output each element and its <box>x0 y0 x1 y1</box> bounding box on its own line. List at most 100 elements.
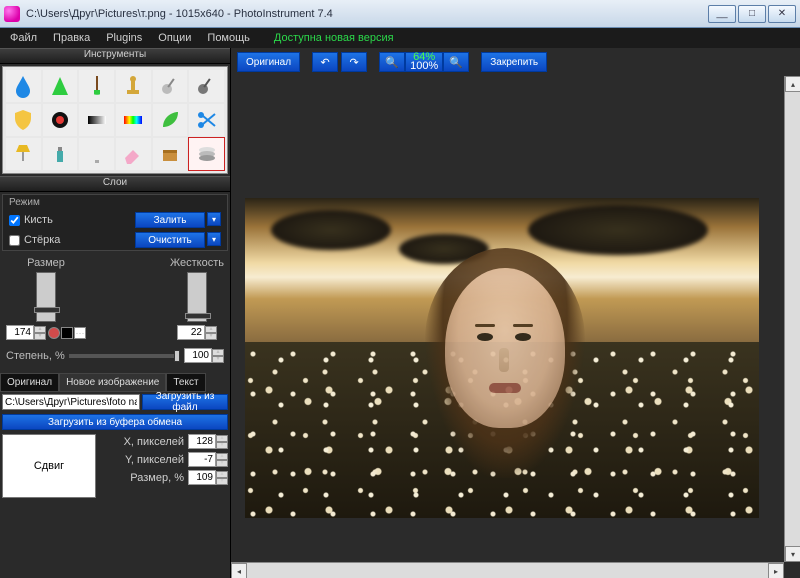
swatch-1[interactable] <box>48 327 60 339</box>
hardness-label: Жесткость <box>170 257 224 269</box>
zoom-reset: 100% <box>410 62 438 71</box>
shift-size-up[interactable]: ▴ <box>216 471 228 478</box>
clear-dropdown-icon[interactable]: ▾ <box>207 232 221 246</box>
mode-erase-checkbox[interactable]: Стёрка <box>9 234 60 246</box>
tools-grid <box>2 66 228 174</box>
tool-brush[interactable] <box>79 70 114 102</box>
load-from-file-button[interactable]: Загрузить из файл <box>142 394 228 410</box>
mode-erase-label: Стёрка <box>24 234 60 246</box>
update-available-link[interactable]: Доступна новая версия <box>266 30 402 46</box>
scroll-right-button[interactable]: ▸ <box>768 563 784 578</box>
canvas-toolbar: Оригинал ↶ ↷ 🔍 64% 100% 🔍 Закрепить <box>231 48 800 76</box>
fill-button[interactable]: Залить <box>135 212 205 228</box>
app-icon <box>4 6 20 22</box>
zoom-in-button[interactable]: 🔍 <box>443 52 469 72</box>
shift-x-input[interactable] <box>188 434 216 449</box>
opacity-slider[interactable] <box>69 354 180 358</box>
tool-bulb[interactable] <box>79 138 114 170</box>
shift-y-input[interactable] <box>188 452 216 467</box>
window-minimize-button[interactable]: __ <box>708 5 736 23</box>
mode-panel: Режим Кисть Залить ▾ Стёрка Очистить <box>2 194 228 251</box>
tool-leaf[interactable] <box>153 104 188 136</box>
tool-dodge[interactable] <box>153 70 188 102</box>
size-spin-up[interactable]: ▴ <box>34 326 46 333</box>
clear-button[interactable]: Очистить <box>135 232 205 248</box>
mode-erase-input[interactable] <box>9 235 20 246</box>
scroll-up-button[interactable]: ▴ <box>785 76 800 92</box>
swatch-2[interactable] <box>61 327 73 339</box>
canvas-image <box>245 198 759 518</box>
tool-gradient-bw[interactable] <box>79 104 114 136</box>
size-label: Размер <box>27 257 65 269</box>
fix-button[interactable]: Закрепить <box>481 52 547 72</box>
tool-lamp[interactable] <box>6 138 41 170</box>
window-titlebar: C:\Users\Друг\Pictures\т.png - 1015x640 … <box>0 0 800 28</box>
tool-layers[interactable] <box>189 138 224 170</box>
size-slider[interactable] <box>36 272 56 322</box>
tools-panel-title: Инструменты <box>0 48 230 64</box>
hardness-slider[interactable] <box>187 272 207 322</box>
menu-help[interactable]: Помощь <box>199 30 258 46</box>
hardness-spin-down[interactable]: ▾ <box>205 333 217 340</box>
mode-brush-input[interactable] <box>9 215 20 226</box>
tool-package[interactable] <box>153 138 188 170</box>
shift-y-up[interactable]: ▴ <box>216 453 228 460</box>
size-spin-down[interactable]: ▾ <box>34 333 46 340</box>
tool-stamp[interactable] <box>116 70 151 102</box>
tool-redeye[interactable] <box>43 104 78 136</box>
window-maximize-button[interactable]: □ <box>738 5 766 23</box>
zoom-out-icon: 🔍 <box>385 56 399 69</box>
menu-options[interactable]: Опции <box>150 30 199 46</box>
shift-size-input[interactable] <box>188 470 216 485</box>
shift-button[interactable]: Сдвиг <box>2 434 96 498</box>
zoom-out-button[interactable]: 🔍 <box>379 52 405 72</box>
tab-text[interactable]: Текст <box>166 373 205 392</box>
hardness-input[interactable] <box>177 325 205 340</box>
shift-x-label: X, пикселей <box>124 436 184 448</box>
image-face <box>415 238 595 518</box>
shift-y-down[interactable]: ▾ <box>216 460 228 467</box>
tool-spray[interactable] <box>43 138 78 170</box>
window-title: C:\Users\Друг\Pictures\т.png - 1015x640 … <box>26 8 708 20</box>
hardness-spin-up[interactable]: ▴ <box>205 326 217 333</box>
tool-drop[interactable] <box>6 70 41 102</box>
scroll-left-button[interactable]: ◂ <box>231 563 247 578</box>
shift-size-down[interactable]: ▾ <box>216 478 228 485</box>
mode-header: Режим <box>3 195 227 210</box>
menu-file[interactable]: Файл <box>2 30 45 46</box>
tool-eraser[interactable] <box>116 138 151 170</box>
size-input[interactable] <box>6 325 34 340</box>
canvas-viewport[interactable]: ▴ ▾ ◂ ▸ <box>231 76 800 578</box>
tool-shield[interactable] <box>6 104 41 136</box>
tool-scissors[interactable] <box>189 104 224 136</box>
tab-new-image[interactable]: Новое изображение <box>59 373 166 392</box>
mode-brush-checkbox[interactable]: Кисть <box>9 214 53 226</box>
opacity-spin-down[interactable]: ▾ <box>212 356 224 363</box>
window-close-button[interactable]: ✕ <box>768 5 796 23</box>
horizontal-scrollbar[interactable]: ◂ ▸ <box>231 562 784 578</box>
tool-gradient-color[interactable] <box>116 104 151 136</box>
opacity-spin-up[interactable]: ▴ <box>212 349 224 356</box>
tool-smudge[interactable] <box>189 70 224 102</box>
brush-sliders: Размер ▴▾ ⋯ Жесткость <box>0 253 230 344</box>
zoom-level-button[interactable]: 64% 100% <box>405 52 443 72</box>
shift-x-down[interactable]: ▾ <box>216 442 228 449</box>
swatch-more[interactable]: ⋯ <box>74 327 86 339</box>
opacity-row: Степень, % ▴▾ <box>0 344 230 367</box>
load-from-clipboard-button[interactable]: Загрузить из буфера обмена <box>2 414 228 430</box>
menu-plugins[interactable]: Plugins <box>98 30 150 46</box>
redo-icon: ↷ <box>349 56 358 69</box>
redo-button[interactable]: ↷ <box>341 52 367 72</box>
shift-x-up[interactable]: ▴ <box>216 435 228 442</box>
undo-button[interactable]: ↶ <box>312 52 338 72</box>
menu-edit[interactable]: Правка <box>45 30 98 46</box>
opacity-input[interactable] <box>184 348 212 363</box>
zoom-in-icon: 🔍 <box>449 56 463 69</box>
tool-cone[interactable] <box>43 70 78 102</box>
file-path-input[interactable] <box>2 394 140 410</box>
tab-original[interactable]: Оригинал <box>0 373 59 392</box>
vertical-scrollbar[interactable]: ▴ ▾ <box>784 76 800 562</box>
scroll-down-button[interactable]: ▾ <box>785 546 800 562</box>
toolbar-original-button[interactable]: Оригинал <box>237 52 300 72</box>
fill-dropdown-icon[interactable]: ▾ <box>207 212 221 226</box>
